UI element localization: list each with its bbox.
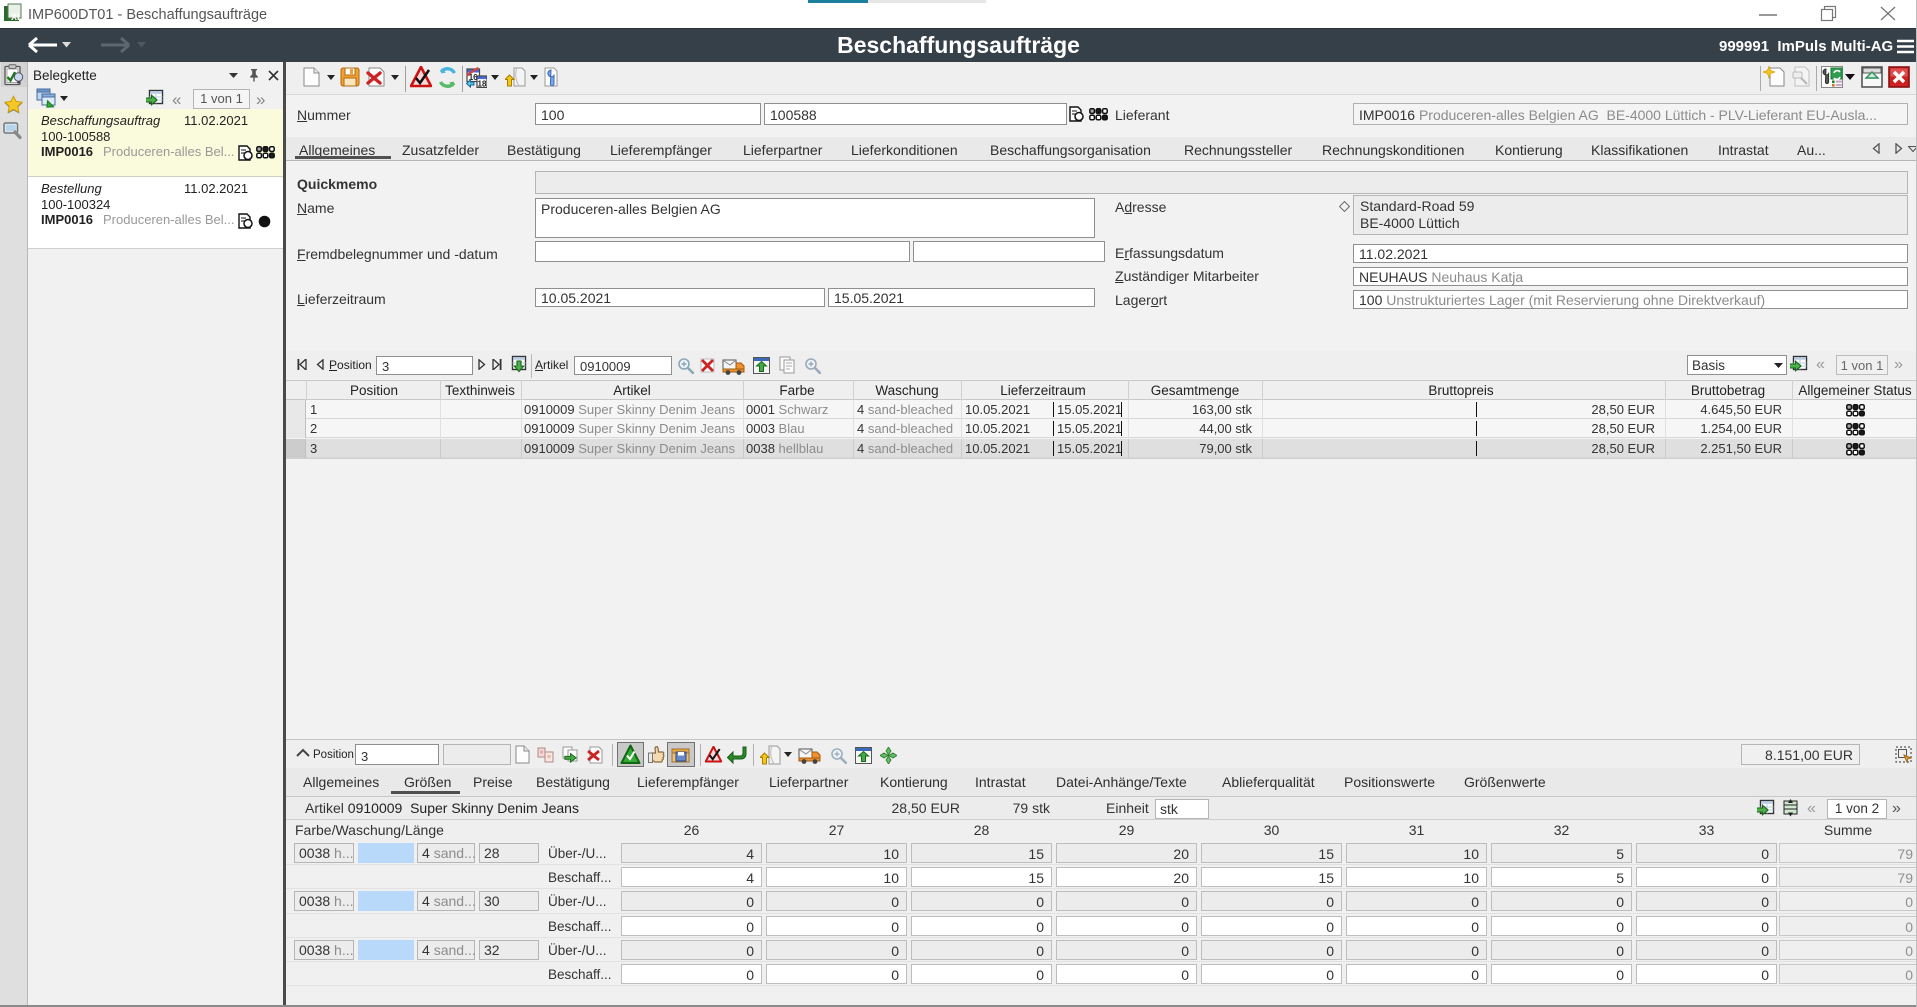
svg-text:18: 18 bbox=[478, 79, 487, 88]
svg-text:XLS: XLS bbox=[11, 12, 23, 22]
